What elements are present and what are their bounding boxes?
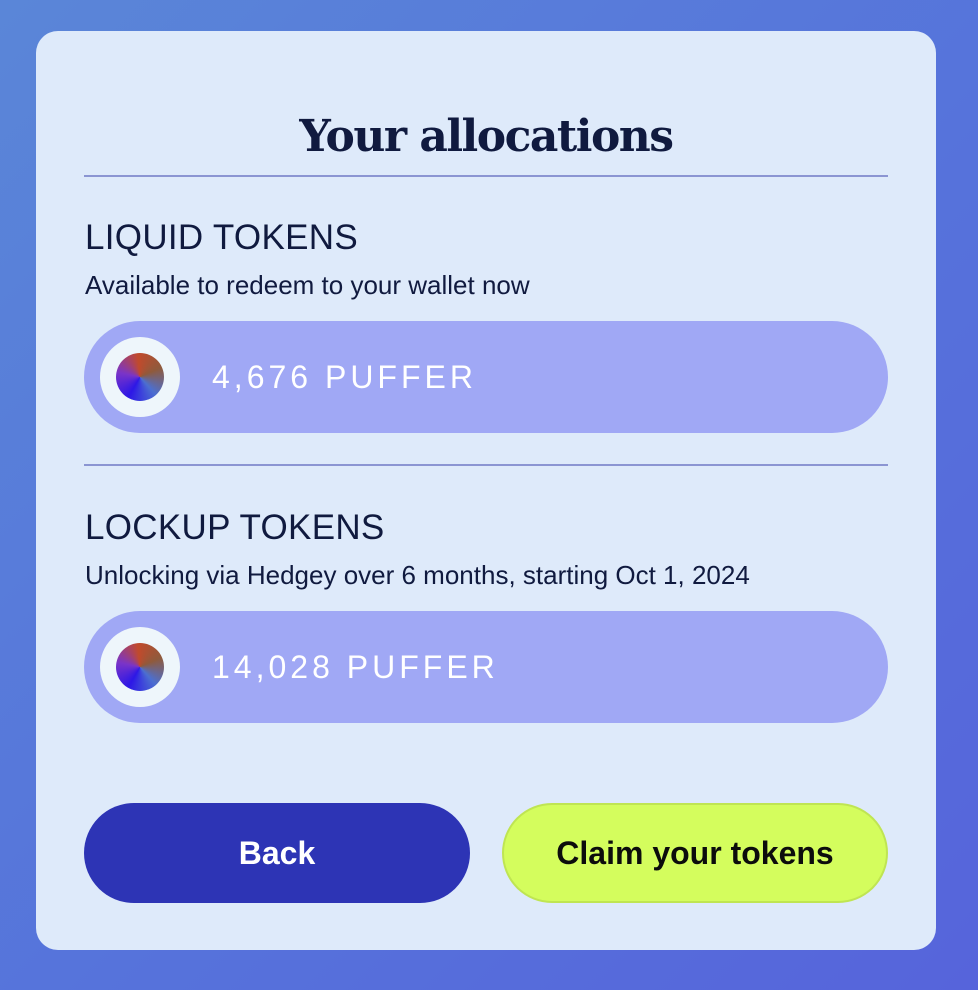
puffer-token-icon — [100, 627, 180, 707]
liquid-tokens-description: Available to redeem to your wallet now — [85, 270, 530, 300]
liquid-token-amount-pill: 4,676 PUFFER — [84, 321, 888, 433]
allocations-card: Your allocations LIQUID TOKENS Available… — [36, 31, 936, 950]
puffer-token-swirl — [116, 353, 164, 401]
claim-tokens-button[interactable]: Claim your tokens — [502, 803, 888, 903]
divider-middle — [84, 464, 888, 466]
divider-top — [84, 175, 888, 177]
lockup-tokens-heading: LOCKUP TOKENS — [85, 508, 385, 547]
liquid-tokens-heading: LIQUID TOKENS — [85, 218, 358, 257]
page-title: Your allocations — [299, 111, 674, 162]
lockup-token-amount-pill: 14,028 PUFFER — [84, 611, 888, 723]
lockup-tokens-description: Unlocking via Hedgey over 6 months, star… — [85, 560, 750, 590]
back-button[interactable]: Back — [84, 803, 470, 903]
puffer-token-icon — [100, 337, 180, 417]
puffer-token-swirl — [116, 643, 164, 691]
lockup-token-amount: 14,028 PUFFER — [212, 649, 499, 685]
liquid-token-amount: 4,676 PUFFER — [212, 359, 477, 395]
